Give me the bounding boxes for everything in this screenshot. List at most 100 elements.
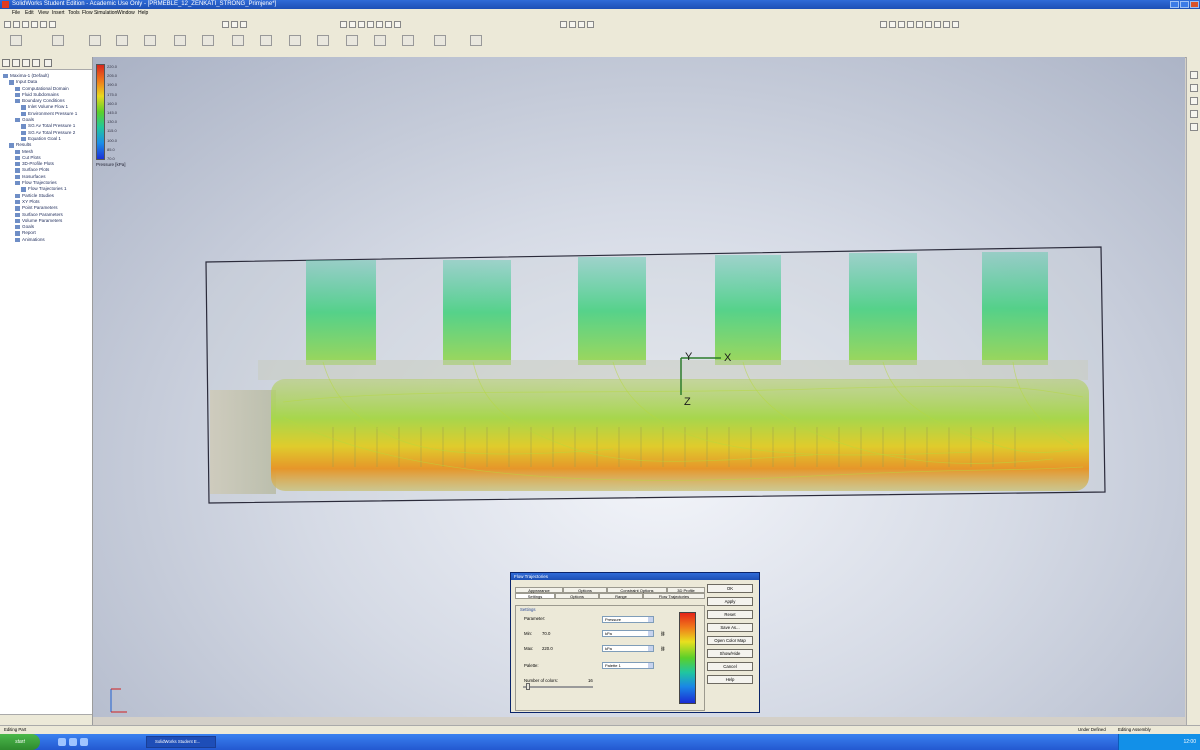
view-palette-icon[interactable]	[1190, 110, 1198, 118]
menu-window[interactable]: Window	[117, 10, 135, 16]
feature-tree-tab-icon[interactable]	[2, 59, 10, 67]
view-front-icon[interactable]	[907, 21, 914, 28]
options-icon[interactable]	[240, 21, 247, 28]
max-units-dropdown[interactable]: kPa	[602, 645, 654, 652]
parameter-dropdown[interactable]: Pressure	[602, 616, 654, 623]
file-explorer-icon[interactable]	[1190, 97, 1198, 105]
cmd-button-2[interactable]	[48, 35, 68, 54]
min-units-dropdown[interactable]: kPa	[602, 630, 654, 637]
save-icon[interactable]	[22, 21, 29, 28]
start-button[interactable]: start	[0, 734, 40, 750]
cmd-button-6[interactable]	[170, 35, 190, 54]
parameter-label: Parameter:	[524, 616, 546, 621]
zoom-fit-icon[interactable]	[340, 21, 347, 28]
monitor-icon[interactable]	[578, 21, 585, 28]
cmd-button-10[interactable]	[285, 35, 305, 54]
apply-button[interactable]: Apply	[707, 597, 753, 606]
section-view-icon[interactable]	[376, 21, 383, 28]
resources-icon[interactable]	[1190, 71, 1198, 79]
cmd-button-3[interactable]	[85, 35, 105, 54]
min-value[interactable]: 70.0	[542, 631, 550, 636]
zoom-in-icon[interactable]	[880, 21, 887, 28]
reset-button[interactable]: Reset	[707, 610, 753, 619]
minimize-button[interactable]	[1170, 1, 1179, 8]
view-iso-icon[interactable]	[925, 21, 932, 28]
load-results-icon[interactable]	[587, 21, 594, 28]
graphics-viewport[interactable]: 220.0 205.0 190.0 175.0 160.0 145.0 130.0 115.0…	[93, 57, 1185, 717]
design-library-icon[interactable]	[1190, 84, 1198, 92]
open-icon[interactable]	[13, 21, 20, 28]
menu-insert[interactable]: Insert	[52, 10, 65, 16]
panel-scrollbar[interactable]	[0, 714, 92, 725]
show-hide-button[interactable]: Show/Hide	[707, 649, 753, 658]
rebuild-icon[interactable]	[231, 21, 238, 28]
panel-tabs	[0, 57, 92, 70]
property-tab-icon[interactable]	[12, 59, 20, 67]
cmd-flow-button[interactable]	[6, 35, 26, 54]
maximize-button[interactable]	[1180, 1, 1189, 8]
undo-icon[interactable]	[40, 21, 47, 28]
pan-icon[interactable]	[367, 21, 374, 28]
menu-flow-simulation[interactable]: Flow Simulation	[82, 10, 117, 16]
menu-help[interactable]: Help	[138, 10, 148, 16]
tree-item[interactable]: Animations	[0, 237, 92, 243]
menu-view[interactable]: View	[38, 10, 49, 16]
max-value[interactable]: 220.0	[542, 646, 553, 651]
cmd-button-16[interactable]	[466, 35, 486, 54]
cmd-button-7[interactable]	[198, 35, 218, 54]
wireframe-icon[interactable]	[934, 21, 941, 28]
levels-slider[interactable]	[523, 683, 593, 690]
close-button[interactable]	[1190, 1, 1199, 8]
tab-options-2[interactable]: Options	[555, 593, 599, 599]
shaded-icon[interactable]	[943, 21, 950, 28]
flow-wizard-icon[interactable]	[560, 21, 567, 28]
cmd-button-8[interactable]	[228, 35, 248, 54]
cmd-button-11[interactable]	[313, 35, 333, 54]
select-icon[interactable]	[222, 21, 229, 28]
view-orientation-icon[interactable]	[385, 21, 392, 28]
cmd-button-4[interactable]	[112, 35, 132, 54]
appearances-icon[interactable]	[1190, 123, 1198, 131]
open-color-map-button[interactable]: Open Color Map	[707, 636, 753, 645]
cmd-button-12[interactable]	[342, 35, 362, 54]
view-top-icon[interactable]	[916, 21, 923, 28]
ok-button[interactable]: OK	[707, 584, 753, 593]
cmd-button-5[interactable]	[140, 35, 160, 54]
ie-icon[interactable]	[58, 738, 66, 746]
panel-menu-icon[interactable]	[44, 59, 52, 67]
rotate-icon[interactable]	[358, 21, 365, 28]
tab-range[interactable]: Range	[599, 593, 643, 599]
tab-settings[interactable]: Settings	[515, 593, 555, 599]
taskbar-app-button[interactable]: SolidWorks Student E...	[146, 736, 216, 748]
cmd-button-13[interactable]	[370, 35, 390, 54]
new-icon[interactable]	[4, 21, 11, 28]
cmd-button-9[interactable]	[256, 35, 276, 54]
save-as-button[interactable]: Save As...	[707, 623, 753, 632]
flow-tab-icon[interactable]	[32, 59, 40, 67]
menu-tools[interactable]: Tools	[68, 10, 80, 16]
zoom-selection-icon[interactable]	[898, 21, 905, 28]
min-lock-icon[interactable]: ⛓	[660, 631, 665, 637]
palette-dropdown[interactable]: Palette 1	[602, 662, 654, 669]
flow-sim-icon	[10, 35, 22, 46]
zoom-area-icon[interactable]	[349, 21, 356, 28]
reference-triad	[110, 688, 127, 713]
media-icon[interactable]	[80, 738, 88, 746]
menu-file[interactable]: File	[12, 10, 20, 16]
help-button[interactable]: Help	[707, 675, 753, 684]
perspective-icon[interactable]	[952, 21, 959, 28]
max-lock-icon[interactable]: ⛓	[660, 646, 665, 652]
redo-icon[interactable]	[49, 21, 56, 28]
config-tab-icon[interactable]	[22, 59, 30, 67]
menu-edit[interactable]: Edit	[25, 10, 34, 16]
run-icon[interactable]	[569, 21, 576, 28]
cancel-button[interactable]: Cancel	[707, 662, 753, 671]
slider-thumb[interactable]	[526, 683, 530, 690]
print-icon[interactable]	[31, 21, 38, 28]
cmd-button-14[interactable]	[398, 35, 418, 54]
desktop-icon[interactable]	[69, 738, 77, 746]
cmd-button-15[interactable]	[430, 35, 450, 54]
tab-flow-trajectories[interactable]: Flow Trajectories	[643, 593, 705, 599]
display-style-icon[interactable]	[394, 21, 401, 28]
zoom-out-icon[interactable]	[889, 21, 896, 28]
